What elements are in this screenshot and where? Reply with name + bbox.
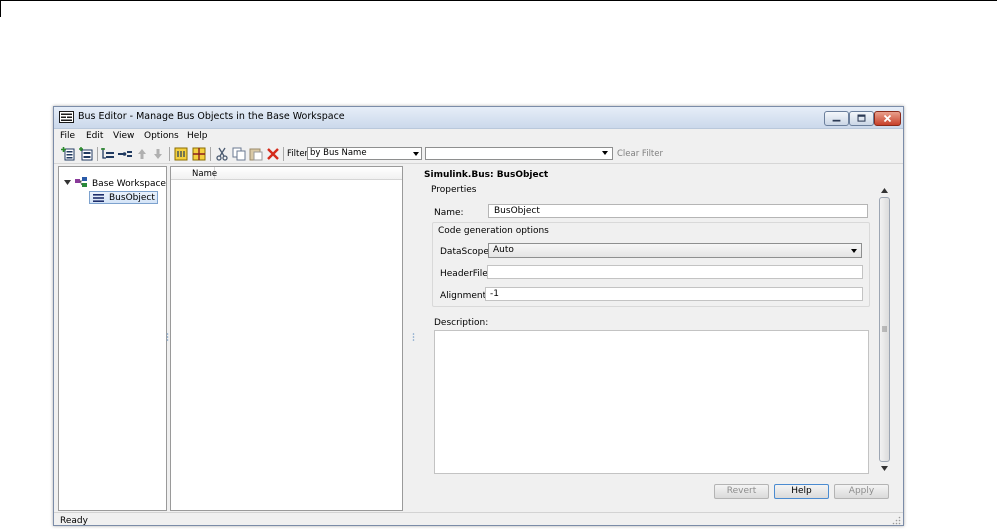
menu-bar: File Edit View Options Help <box>54 130 903 143</box>
close-button[interactable] <box>874 111 901 126</box>
filter-history-chevron-icon[interactable] <box>602 150 608 156</box>
delete-element-icon <box>118 151 132 157</box>
bus-editor-app-icon <box>59 111 74 123</box>
toolbar-separator <box>210 147 211 161</box>
move-up-button[interactable] <box>134 146 150 162</box>
paste-button[interactable] <box>248 146 264 162</box>
scroll-up-arrow-icon[interactable] <box>881 188 888 193</box>
chevron-down-icon <box>851 248 857 254</box>
code-generation-title: Code generation options <box>438 226 549 236</box>
description-textarea[interactable] <box>434 330 869 474</box>
maximize-icon <box>857 114 866 122</box>
menu-file[interactable]: File <box>60 131 75 141</box>
tree-collapse-icon[interactable] <box>64 179 71 186</box>
delete-button[interactable] <box>265 146 281 162</box>
list-header: Name <box>171 167 402 180</box>
move-down-icon <box>154 149 162 159</box>
tree-node-base-workspace[interactable]: Base Workspace <box>92 179 166 189</box>
alignment-field[interactable]: -1 <box>485 287 863 301</box>
highlight-button[interactable] <box>173 146 189 162</box>
highlight-icon <box>174 147 188 161</box>
menu-options[interactable]: Options <box>144 131 179 141</box>
grid-button[interactable] <box>191 146 207 162</box>
toolbar-separator <box>283 147 284 161</box>
chevron-down-icon <box>413 151 419 157</box>
copy-button[interactable] <box>231 146 247 162</box>
filter-mode-dropdown[interactable]: by Bus Name <box>307 147 422 160</box>
move-down-button[interactable] <box>150 146 166 162</box>
datascope-value: Auto <box>493 245 514 255</box>
toolbar: Filter: by Bus Name Clear Filter <box>54 144 903 164</box>
headerfile-field[interactable] <box>487 265 863 279</box>
alignment-label: Alignment: <box>440 291 490 301</box>
filter-text-input[interactable] <box>425 147 613 160</box>
cut-button[interactable] <box>214 146 230 162</box>
status-text: Ready <box>60 516 88 526</box>
properties-group-label: Properties <box>431 185 477 195</box>
properties-scrollbar[interactable] <box>879 187 890 472</box>
add-subbus-button[interactable] <box>78 146 94 162</box>
status-bar: Ready <box>54 512 903 526</box>
workspace-icon <box>74 176 88 188</box>
paste-icon <box>249 148 263 161</box>
insert-element-button[interactable] <box>100 146 116 162</box>
add-bus-button[interactable] <box>60 146 76 162</box>
column-header-name[interactable]: Name <box>171 167 218 180</box>
page-left-rule <box>0 0 1 17</box>
add-subbus-icon <box>79 147 93 161</box>
apply-button[interactable]: Apply <box>834 484 889 499</box>
menu-view[interactable]: View <box>113 131 134 141</box>
close-icon <box>883 114 892 123</box>
toolbar-separator <box>169 147 170 161</box>
headerfile-label: HeaderFile: <box>440 269 491 279</box>
title-bar[interactable]: Bus Editor - Manage Bus Objects in the B… <box>54 107 903 129</box>
page-top-rule <box>0 0 997 1</box>
insert-element-icon <box>101 148 114 159</box>
bus-editor-window: Bus Editor - Manage Bus Objects in the B… <box>53 106 904 526</box>
name-label: Name: <box>434 208 464 218</box>
add-bus-icon <box>61 147 75 161</box>
menu-edit[interactable]: Edit <box>86 131 103 141</box>
clear-filter-link[interactable]: Clear Filter <box>617 149 663 159</box>
bus-object-icon <box>93 194 104 202</box>
name-field[interactable]: BusObject <box>488 204 868 218</box>
move-up-icon <box>138 149 146 159</box>
bus-hierarchy-tree[interactable]: Base Workspace BusObject <box>58 166 167 511</box>
revert-button[interactable]: Revert <box>714 484 769 499</box>
scrollbar-grip-icon <box>882 326 887 332</box>
help-button[interactable]: Help <box>774 484 829 499</box>
splitter-grip-right[interactable] <box>412 333 415 343</box>
minimize-button[interactable] <box>824 111 849 126</box>
properties-title: Simulink.Bus: BusObject <box>424 170 549 180</box>
datascope-dropdown[interactable]: Auto <box>488 243 862 258</box>
menu-help[interactable]: Help <box>187 131 208 141</box>
grid-icon <box>192 147 206 161</box>
copy-icon <box>232 147 246 161</box>
tree-node-busobject[interactable]: BusObject <box>89 191 158 204</box>
toolbar-separator <box>97 147 98 161</box>
cut-icon <box>216 147 228 161</box>
delete-element-button[interactable] <box>117 146 133 162</box>
datascope-label: DataScope: <box>440 247 492 257</box>
resize-grip-icon[interactable] <box>892 516 901 525</box>
bus-elements-list[interactable]: Name <box>170 166 403 511</box>
column-header-name-label: Name <box>192 169 218 179</box>
filter-mode-value: by Bus Name <box>310 148 367 158</box>
scrollbar-thumb[interactable] <box>879 197 890 462</box>
delete-icon <box>267 148 279 160</box>
tree-node-busobject-label: BusObject <box>109 193 155 203</box>
maximize-button[interactable] <box>849 111 874 126</box>
minimize-icon <box>832 119 841 122</box>
splitter-grip-left[interactable] <box>166 333 169 343</box>
description-label: Description: <box>434 318 489 328</box>
window-title: Bus Editor - Manage Bus Objects in the B… <box>78 111 345 122</box>
scroll-down-arrow-icon[interactable] <box>881 466 888 471</box>
